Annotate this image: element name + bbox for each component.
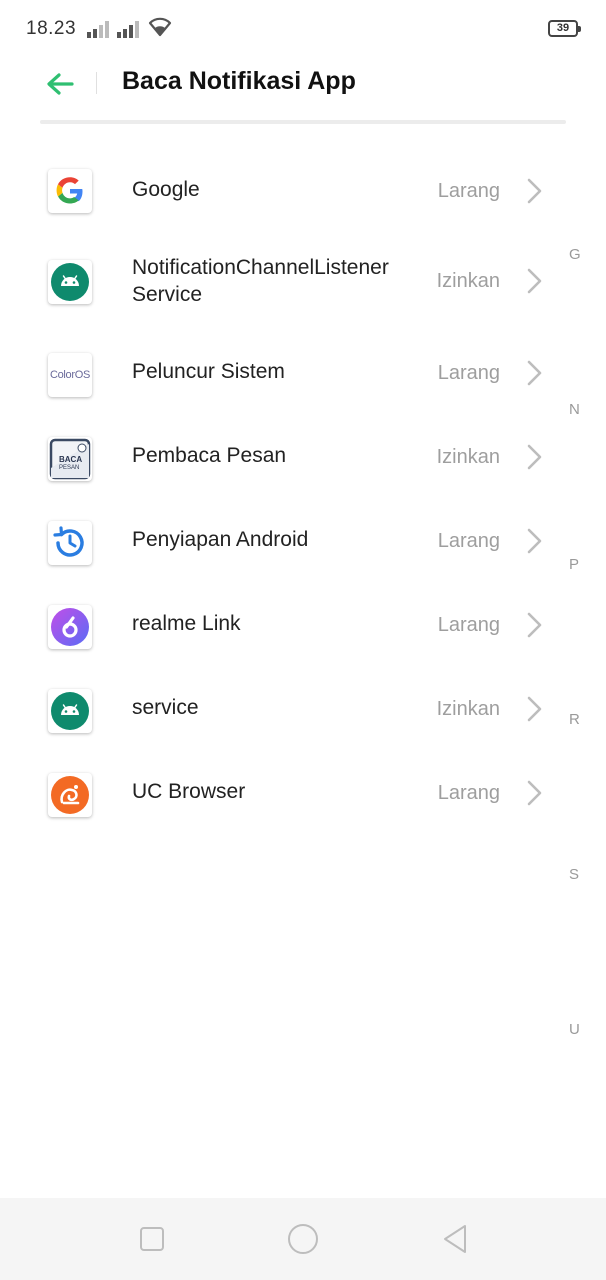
chevron-right-icon (527, 360, 542, 386)
app-name: service (132, 696, 199, 719)
app-name: UC Browser (132, 780, 246, 803)
app-status: Larang (437, 782, 500, 804)
index-letter-n[interactable]: N (569, 401, 580, 418)
uc-browser-icon (48, 773, 92, 817)
app-status: Izinkan (436, 270, 500, 292)
header: Baca Notifikasi App (0, 58, 606, 124)
status-bar: 18.23 39 (0, 0, 606, 58)
app-name: realme Link (132, 612, 241, 635)
coloros-icon: ColorOS (48, 353, 92, 397)
home-button[interactable] (285, 1222, 321, 1256)
app-status: Larang (437, 180, 500, 202)
chevron-right-icon (527, 268, 542, 294)
app-name: Penyiapan Android (132, 528, 309, 551)
google-icon (48, 169, 92, 213)
chevron-right-icon (527, 612, 542, 638)
signal-2-icon (117, 21, 139, 38)
index-letter-u[interactable]: U (569, 1021, 580, 1038)
status-time: 18.23 (26, 18, 77, 39)
app-row-uc-browser[interactable]: UC Browser Larang (0, 752, 570, 836)
pembaca-icon-line1: BACA (59, 455, 82, 464)
app-status: Larang (437, 530, 500, 552)
app-row-penyiapan-android[interactable]: Penyiapan Android Larang (0, 500, 570, 584)
chevron-right-icon (527, 178, 542, 204)
app-row-service[interactable]: service Izinkan (0, 668, 570, 752)
recents-button[interactable] (134, 1222, 170, 1256)
app-row-notification-channel-listener[interactable]: NotificationChannelListener Service Izin… (0, 232, 570, 332)
battery-level: 39 (556, 22, 570, 34)
signal-1-icon (87, 21, 109, 38)
pembaca-icon-line2: PESAN (59, 465, 79, 471)
coloros-logo-text: ColorOS (49, 369, 91, 381)
realme-link-icon (48, 605, 92, 649)
pembaca-pesan-icon: BACA PESAN (48, 437, 92, 481)
android-icon (48, 689, 92, 733)
index-letter-g[interactable]: G (569, 246, 581, 263)
wifi-icon (148, 17, 172, 37)
index-letter-r[interactable]: R (569, 711, 580, 728)
index-letter-p[interactable]: P (569, 556, 579, 573)
chevron-right-icon (527, 780, 542, 806)
header-divider (96, 72, 97, 94)
circle-icon (288, 1224, 318, 1254)
index-letter-s[interactable]: S (569, 866, 579, 883)
triangle-back-icon (444, 1225, 466, 1253)
page-title: Baca Notifikasi App (122, 67, 356, 95)
app-row-pembaca-pesan[interactable]: BACA PESAN Pembaca Pesan Izinkan (0, 416, 570, 500)
app-row-google[interactable]: Google Larang (0, 148, 570, 232)
back-button[interactable] (40, 68, 80, 100)
app-name: Pembaca Pesan (132, 444, 287, 467)
back-arrow-icon (47, 73, 74, 95)
app-status: Izinkan (436, 698, 500, 720)
header-separator (40, 120, 566, 124)
chevron-right-icon (527, 696, 542, 722)
square-icon (140, 1227, 164, 1251)
app-row-peluncur-sistem[interactable]: ColorOS Peluncur Sistem Larang (0, 332, 570, 416)
app-name: Peluncur Sistem (132, 360, 285, 383)
app-row-realme-link[interactable]: realme Link Larang (0, 584, 570, 668)
app-status: Larang (437, 614, 500, 636)
app-name: NotificationChannelListener Service (132, 256, 389, 306)
android-icon (48, 260, 92, 304)
chevron-right-icon (527, 528, 542, 554)
chevron-right-icon (527, 444, 542, 470)
navigation-bar (0, 1198, 606, 1280)
back-nav-button[interactable] (437, 1222, 473, 1256)
app-status: Izinkan (436, 446, 500, 468)
app-name: Google (132, 178, 200, 201)
restore-clock-icon (48, 521, 92, 565)
battery-icon: 39 (548, 20, 581, 37)
app-status: Larang (437, 362, 500, 384)
